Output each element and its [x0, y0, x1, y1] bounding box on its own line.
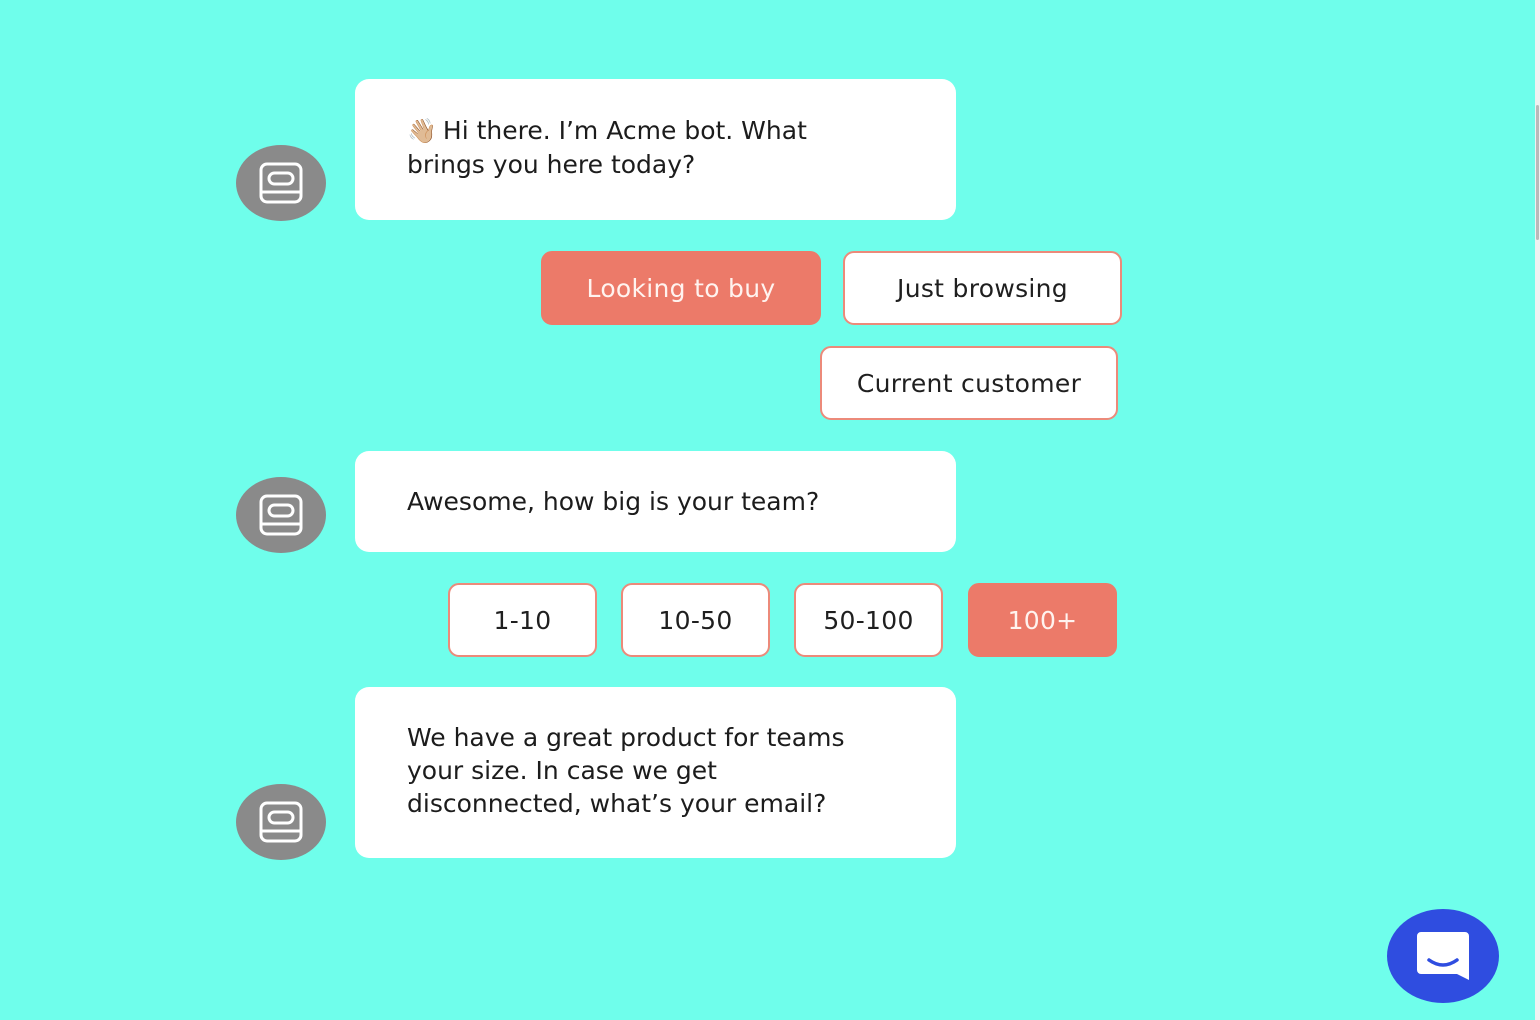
chat-bubble-smile-icon: [1417, 932, 1469, 980]
option-current-customer[interactable]: Current customer: [820, 346, 1118, 420]
option-just-browsing[interactable]: Just browsing: [843, 251, 1122, 325]
bot-avatar: [236, 145, 326, 221]
bot-avatar: [236, 784, 326, 860]
bot-message-text: Awesome, how big is your team?: [407, 487, 820, 516]
option-looking-to-buy[interactable]: Looking to buy: [541, 251, 821, 325]
waving-hand-icon: 👋🏼: [407, 117, 437, 145]
bot-message-text: 👋🏼 Hi there. I’m Acme bot. What brings yo…: [407, 116, 807, 179]
bot-device-icon: [259, 801, 303, 843]
option-team-10-50[interactable]: 10-50: [621, 583, 770, 657]
bot-avatar: [236, 477, 326, 553]
option-team-50-100[interactable]: 50-100: [794, 583, 943, 657]
bot-message-text: We have a great product for teams your s…: [407, 723, 845, 818]
bot-device-icon: [259, 494, 303, 536]
messenger-launcher-button[interactable]: [1387, 909, 1499, 1003]
bot-message: Awesome, how big is your team?: [355, 451, 956, 552]
option-team-1-10[interactable]: 1-10: [448, 583, 597, 657]
page-scrollbar-thumb[interactable]: [1536, 105, 1539, 240]
option-team-100-plus[interactable]: 100+: [968, 583, 1117, 657]
bot-device-icon: [259, 162, 303, 204]
bot-message: We have a great product for teams your s…: [355, 687, 956, 858]
bot-message: 👋🏼 Hi there. I’m Acme bot. What brings yo…: [355, 79, 956, 220]
